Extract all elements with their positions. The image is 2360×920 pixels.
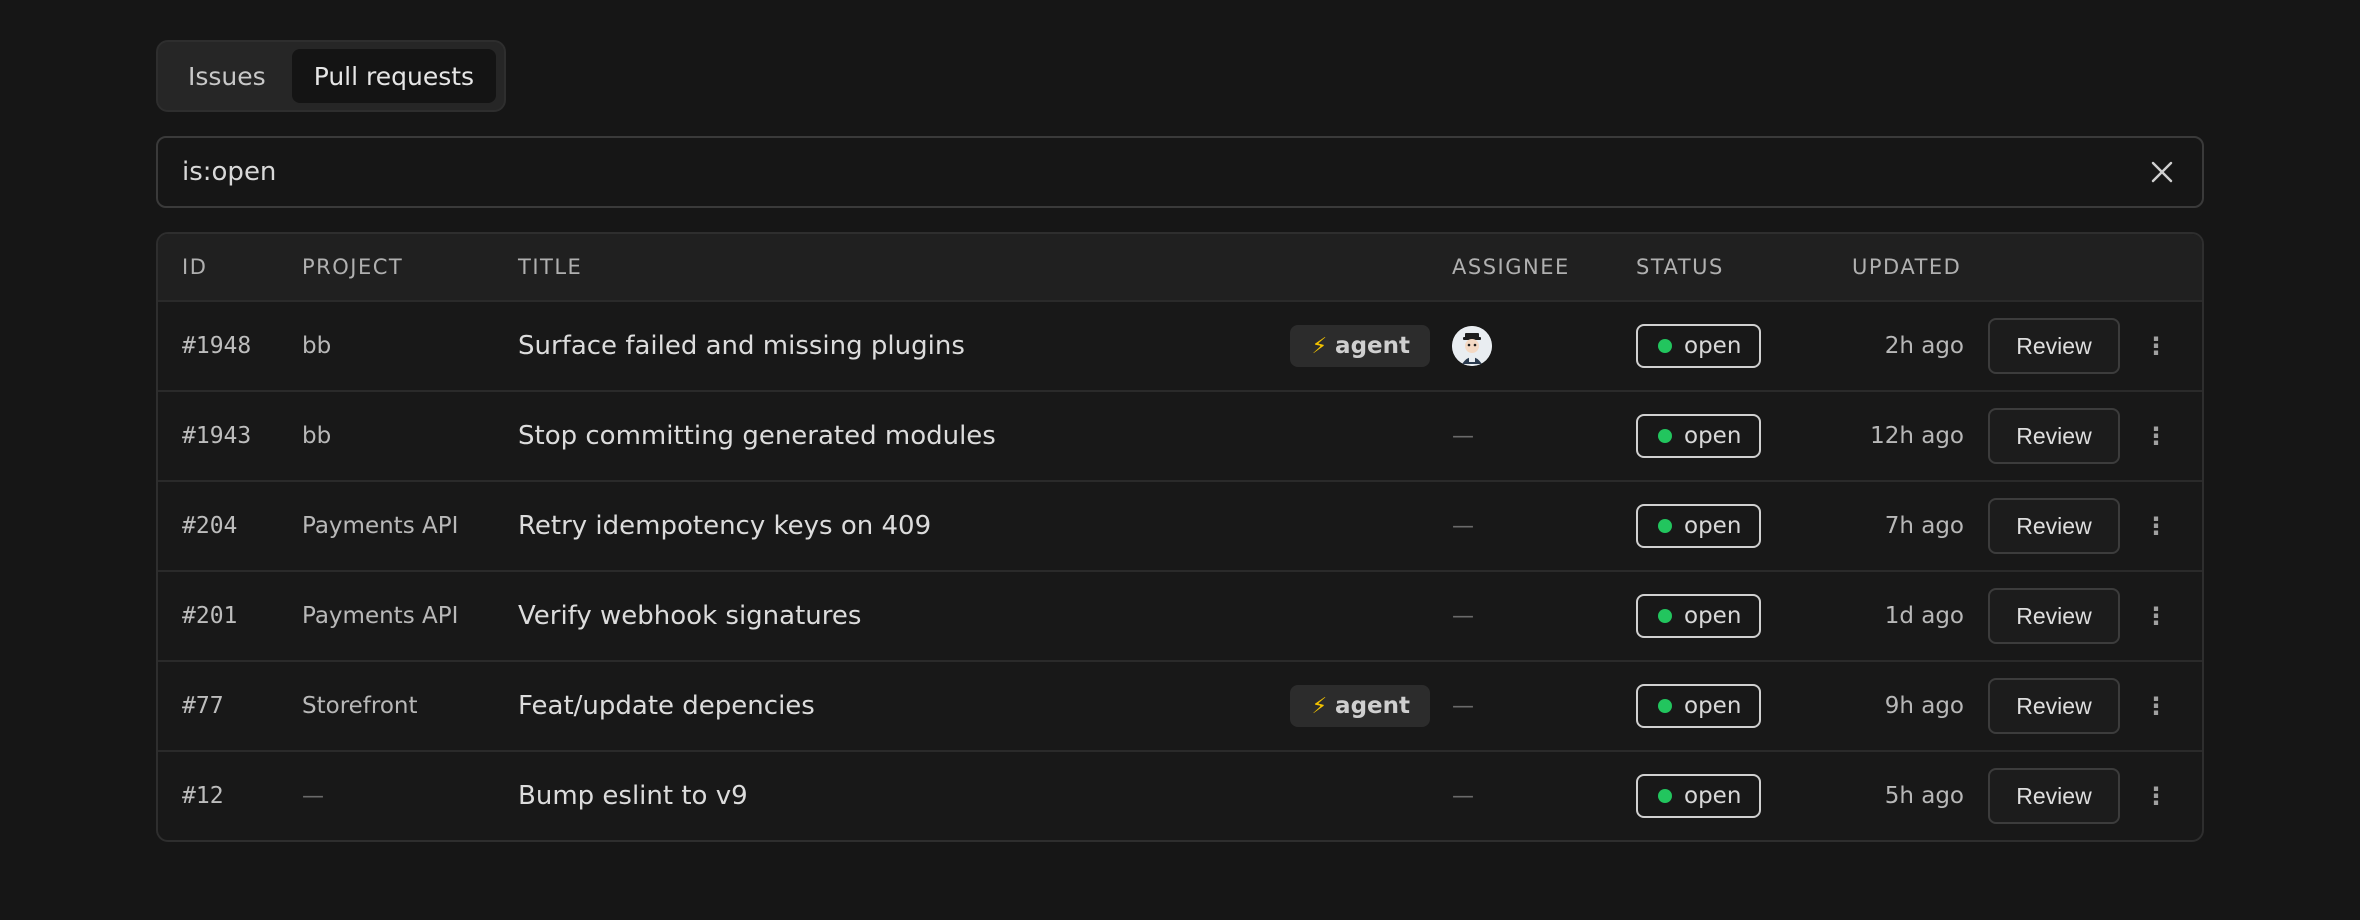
header-status: STATUS [1636,255,1724,279]
more-options-icon[interactable]: ⋮ [2144,334,2168,358]
more-options-icon[interactable]: ⋮ [2144,514,2168,538]
row-title[interactable]: Feat/update depencies [518,691,815,721]
table-row[interactable]: #77 Storefront Feat/update depencies ⚡ ag… [158,660,2202,750]
tab-issues[interactable]: Issues [166,49,288,103]
status-label: open [1684,513,1742,539]
row-id: #77 [182,693,224,719]
row-id: #1943 [182,423,252,449]
agent-badge-label: agent [1335,333,1410,359]
table-header-row: ID PROJECT TITLE ASSIGNEE STATUS UPDATED [158,234,2202,300]
assignee-empty: — [1452,513,1474,539]
table-row[interactable]: #12 — Bump eslint to v9 — open 5h ago Re… [158,750,2202,840]
header-updated: UPDATED [1852,255,1962,279]
row-updated: 2h ago [1884,333,1964,359]
row-updated: 9h ago [1884,693,1964,719]
more-options-icon[interactable]: ⋮ [2144,694,2168,718]
lightning-icon: ⚡ [1311,333,1328,359]
pull-request-table: ID PROJECT TITLE ASSIGNEE STATUS UPDATED… [156,232,2204,842]
assignee-empty: — [1452,603,1474,629]
status-dot-icon [1658,609,1672,623]
status-badge: open [1636,684,1762,728]
row-title[interactable]: Verify webhook signatures [518,601,861,631]
status-label: open [1684,693,1742,719]
header-project: PROJECT [302,255,404,279]
row-updated: 12h ago [1870,423,1964,449]
row-title[interactable]: Surface failed and missing plugins [518,331,965,361]
header-assignee: ASSIGNEE [1452,255,1570,279]
status-badge: open [1636,594,1762,638]
table-row[interactable]: #1948 bb Surface failed and missing plug… [158,300,2202,390]
tab-pull-requests[interactable]: Pull requests [291,49,497,103]
review-button[interactable]: Review [1988,318,2120,374]
row-title[interactable]: Stop committing generated modules [518,421,996,451]
table-row[interactable]: #204 Payments API Retry idempotency keys… [158,480,2202,570]
status-badge: open [1636,324,1762,368]
close-icon[interactable] [2146,156,2178,188]
status-badge: open [1636,414,1762,458]
row-project: Payments API [302,513,459,539]
agent-badge: ⚡ agent [1289,685,1430,727]
search-input[interactable] [182,157,2146,187]
status-badge: open [1636,774,1762,818]
assignee-empty: — [1452,783,1474,809]
review-button[interactable]: Review [1988,588,2120,644]
avatar[interactable] [1452,326,1492,366]
row-updated: 1d ago [1884,603,1964,629]
lightning-icon: ⚡ [1311,693,1328,719]
row-title[interactable]: Bump eslint to v9 [518,781,748,811]
row-id: #204 [182,513,238,539]
assignee-empty: — [1452,423,1474,449]
status-label: open [1684,333,1742,359]
review-button[interactable]: Review [1988,768,2120,824]
tab-bar: Issues Pull requests [156,40,507,112]
agent-badge-label: agent [1335,693,1410,719]
page-container: Issues Pull requests ID PROJECT TITLE AS… [156,40,2204,842]
status-badge: open [1636,504,1762,548]
row-project: bb [302,423,332,449]
row-project: Storefront [302,693,418,719]
row-title[interactable]: Retry idempotency keys on 409 [518,511,931,541]
agent-badge: ⚡ agent [1289,325,1430,367]
row-project: — [302,783,324,809]
status-label: open [1684,603,1742,629]
more-options-icon[interactable]: ⋮ [2144,604,2168,628]
status-dot-icon [1658,339,1672,353]
more-options-icon[interactable]: ⋮ [2144,424,2168,448]
review-button[interactable]: Review [1988,678,2120,734]
row-updated: 5h ago [1884,783,1964,809]
row-id: #1948 [182,333,252,359]
table-row[interactable]: #201 Payments API Verify webhook signatu… [158,570,2202,660]
row-updated: 7h ago [1884,513,1964,539]
more-options-icon[interactable]: ⋮ [2144,784,2168,808]
status-dot-icon [1658,429,1672,443]
status-dot-icon [1658,789,1672,803]
row-id: #201 [182,603,238,629]
header-title: TITLE [518,255,583,279]
review-button[interactable]: Review [1988,408,2120,464]
status-dot-icon [1658,699,1672,713]
row-project: bb [302,333,332,359]
status-label: open [1684,783,1742,809]
table-row[interactable]: #1943 bb Stop committing generated modul… [158,390,2202,480]
status-dot-icon [1658,519,1672,533]
search-bar [156,136,2204,208]
review-button[interactable]: Review [1988,498,2120,554]
header-id: ID [182,255,208,279]
row-project: Payments API [302,603,459,629]
assignee-empty: — [1452,693,1474,719]
status-label: open [1684,423,1742,449]
row-id: #12 [182,783,224,809]
